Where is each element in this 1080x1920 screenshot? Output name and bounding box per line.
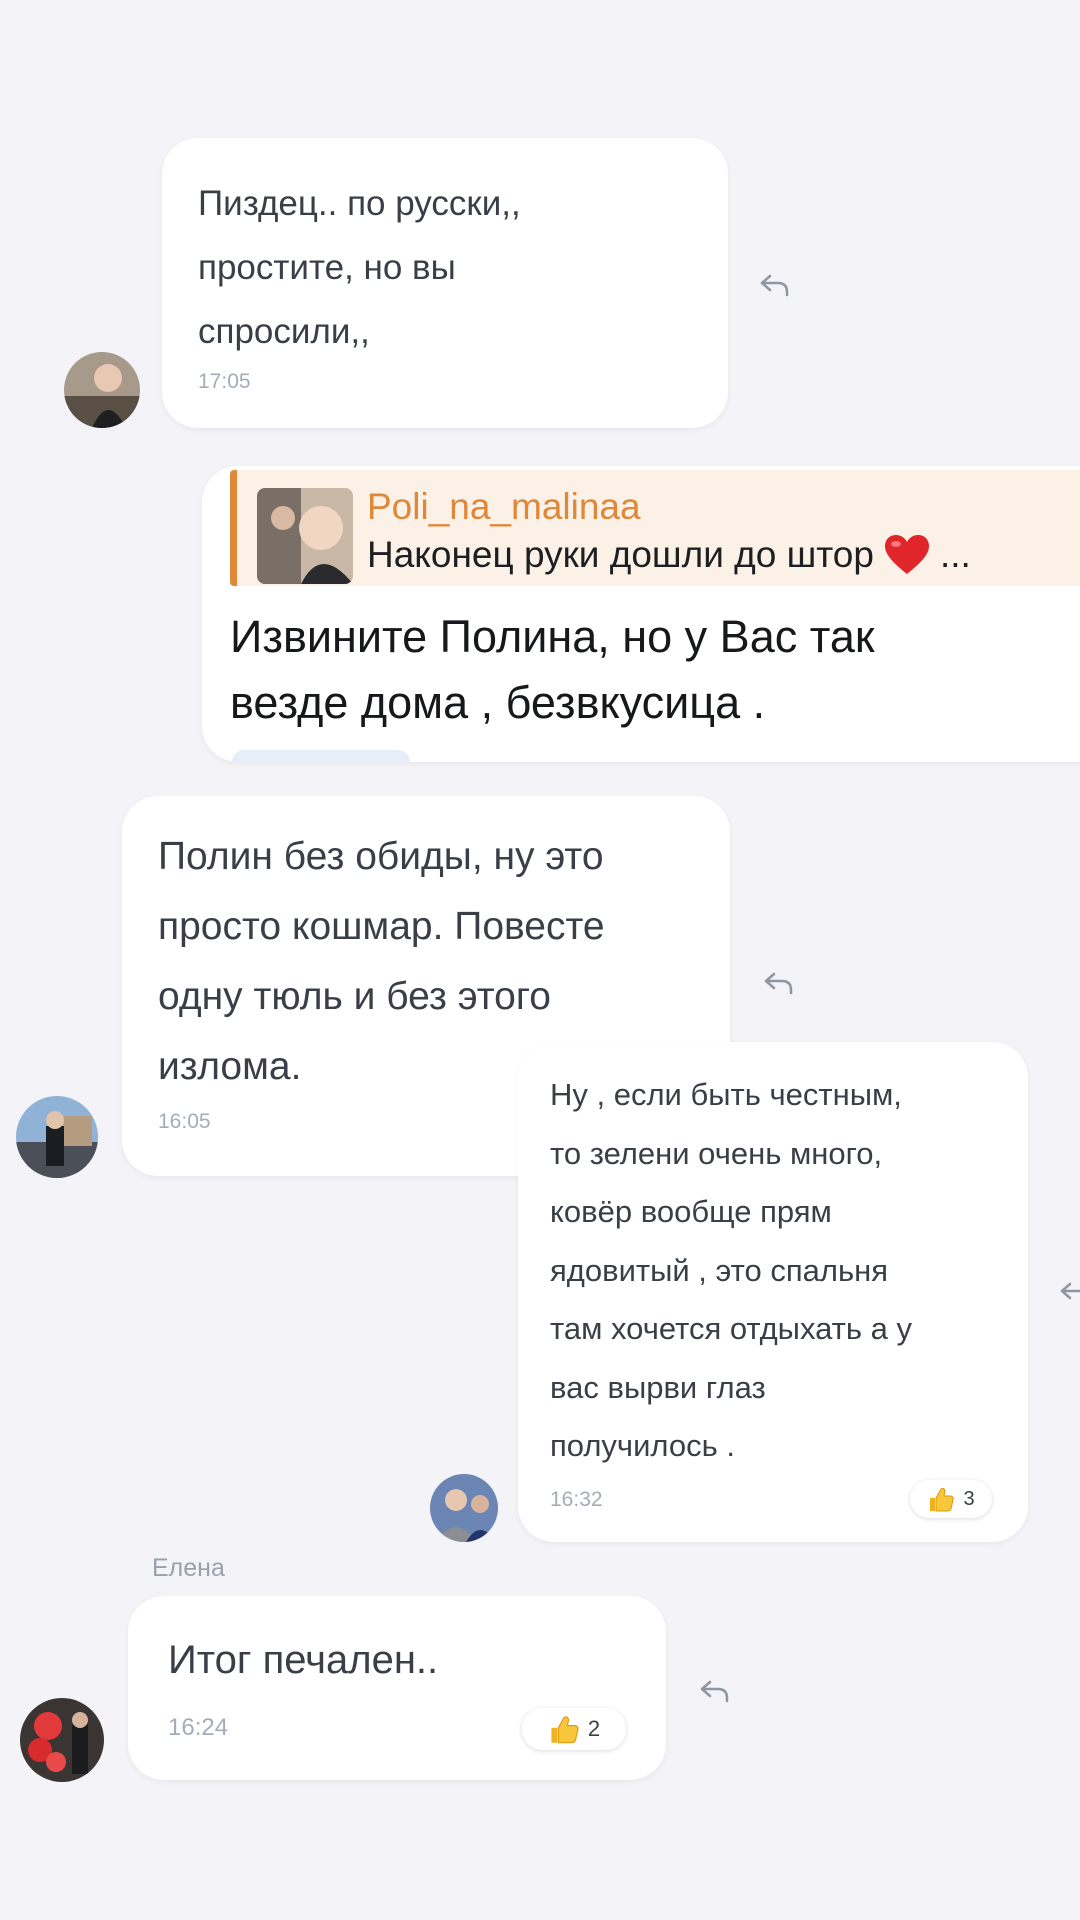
message-bubble[interactable]: Poli_na_malinaa Наконец руки дошли до шт… — [202, 466, 1080, 762]
sender-name[interactable]: Елена — [152, 1554, 225, 1583]
message-text: Пиздец.. по русски,, простите, но вы спр… — [198, 184, 521, 351]
reaction-stub — [232, 750, 410, 762]
reply-arrow-icon[interactable] — [698, 1678, 732, 1704]
quote-author: Poli_na_malinaa — [367, 486, 641, 527]
avatar[interactable] — [16, 1096, 98, 1178]
message-text: Итог печален.. — [168, 1638, 439, 1682]
red-heart-icon — [884, 535, 929, 574]
message-time: 16:32 — [550, 1488, 603, 1511]
avatar[interactable] — [430, 1474, 498, 1542]
quote-thumbnail — [257, 488, 353, 584]
avatar[interactable] — [20, 1698, 104, 1782]
quote-text-row: Наконец руки дошли до штор ... — [367, 534, 971, 576]
message-bubble[interactable]: Итог печален.. 16:24 2 — [128, 1596, 666, 1780]
reaction-badge[interactable]: 3 — [910, 1480, 992, 1518]
avatar[interactable] — [64, 352, 140, 428]
reaction-count: 2 — [587, 1716, 601, 1741]
message-time: 16:24 — [168, 1714, 229, 1741]
reaction-count: 3 — [963, 1487, 975, 1510]
thumbs-up-icon — [551, 1716, 579, 1744]
quote-block[interactable]: Poli_na_malinaa Наконец руки дошли до шт… — [230, 470, 1080, 586]
thumbs-up-icon — [930, 1487, 955, 1512]
reaction-badge[interactable]: 2 — [522, 1708, 626, 1750]
reply-arrow-icon[interactable] — [758, 272, 792, 298]
message-bubble[interactable]: Пиздец.. по русски,, простите, но вы спр… — [162, 138, 728, 428]
quote-ellipsis: ... — [939, 534, 971, 575]
message-time: 16:05 — [158, 1110, 211, 1133]
message-text: Извините Полина, но у Вас так везде дома… — [230, 611, 875, 728]
message-bubble[interactable]: Ну , если быть честным, то зелени очень … — [518, 1042, 1028, 1542]
reply-arrow-icon[interactable] — [762, 970, 796, 996]
reply-arrow-icon[interactable] — [1058, 1280, 1080, 1306]
message-time: 17:05 — [198, 370, 251, 393]
quote-text: Наконец руки дошли до штор — [367, 534, 874, 575]
message-text: Ну , если быть честным, то зелени очень … — [550, 1077, 912, 1463]
